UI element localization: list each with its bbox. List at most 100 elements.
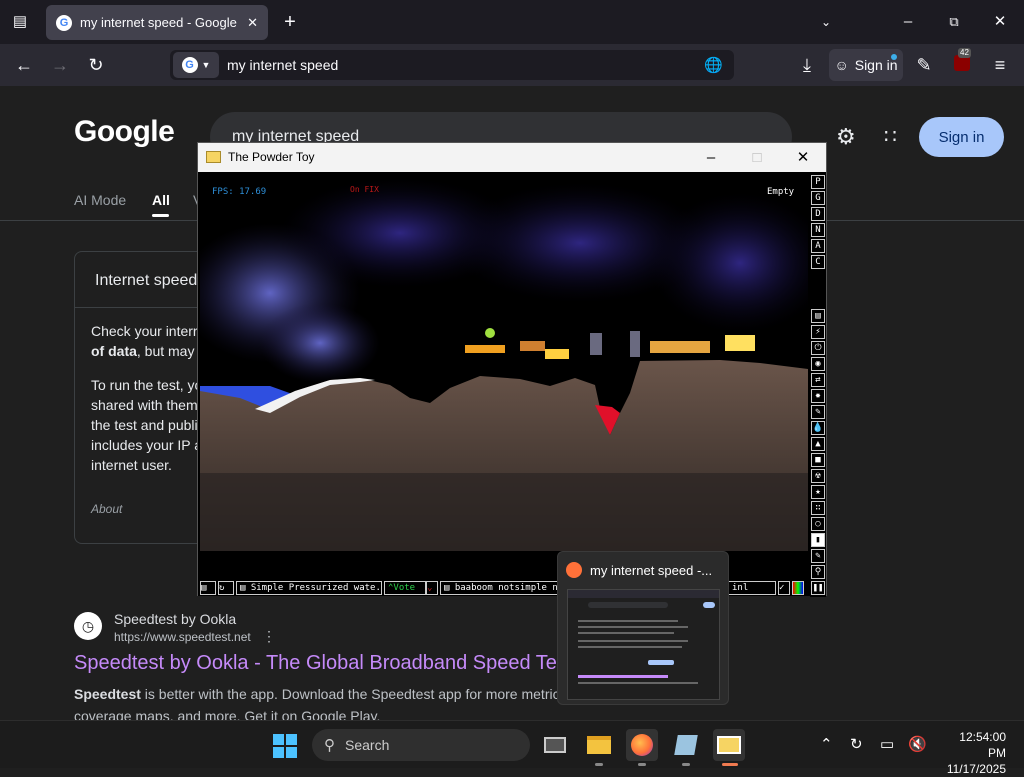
- back-button[interactable]: ←: [10, 52, 38, 78]
- reload-button[interactable]: ↻: [82, 52, 110, 78]
- powder-toy-window[interactable]: The Powder Toy – □ ✕ FPS: 17.69 On FIX E…: [197, 142, 827, 597]
- pt-side-letter-button[interactable]: P: [811, 175, 825, 189]
- new-tab-button[interactable]: +: [270, 0, 310, 44]
- sensors-category-icon[interactable]: ◉: [811, 357, 825, 371]
- panel-divider: [75, 307, 205, 308]
- pt-side-letter-button[interactable]: C: [811, 255, 825, 269]
- gear-icon[interactable]: ⚙: [836, 124, 856, 150]
- taskbar-window-preview[interactable]: my internet speed -...: [557, 551, 729, 705]
- tab-list-icon[interactable]: ▤: [0, 0, 40, 44]
- result-more-options-icon[interactable]: ⋮: [262, 628, 276, 645]
- ublock-extension-icon[interactable]: 42: [948, 48, 976, 78]
- menu-hamburger-icon[interactable]: ≡: [986, 52, 1014, 78]
- search-engine-button[interactable]: G ▼: [173, 52, 219, 78]
- translate-globe-icon[interactable]: 🌐: [704, 56, 726, 74]
- search-icon[interactable]: ⚲: [811, 565, 825, 579]
- liquids-category-icon[interactable]: 💧: [811, 421, 825, 435]
- result-site-url[interactable]: https://www.speedtest.net: [114, 630, 251, 644]
- tags-tail: inl: [728, 581, 776, 595]
- pt-side-letter-button[interactable]: G: [811, 191, 825, 205]
- spark: [485, 328, 495, 338]
- result-title-link[interactable]: Speedtest by Ookla - The Global Broadban…: [74, 652, 557, 675]
- force-category-icon[interactable]: ⇄: [811, 373, 825, 387]
- tab-close-icon[interactable]: ✕: [247, 15, 258, 31]
- taskbar-search-placeholder: Search: [345, 737, 390, 753]
- minimize-button[interactable]: –: [888, 0, 928, 44]
- radioactive-category-icon[interactable]: ☢: [811, 469, 825, 483]
- pt-side-letter-button[interactable]: N: [811, 223, 825, 237]
- clock-time: 12:54:00 PM: [959, 730, 1006, 760]
- pt-minimize-button[interactable]: –: [688, 143, 734, 172]
- explosives-category-icon[interactable]: ✸: [811, 389, 825, 403]
- pause-icon[interactable]: ❚❚: [811, 581, 825, 595]
- task-view-icon[interactable]: [539, 729, 571, 761]
- extensions-icon[interactable]: ✎: [910, 52, 938, 78]
- walls-category-icon[interactable]: ▤: [811, 309, 825, 323]
- electronics-category-icon[interactable]: ⚡: [811, 325, 825, 339]
- tab-all[interactable]: All: [152, 192, 170, 208]
- vote-up-button[interactable]: ⌃Vote: [384, 581, 426, 595]
- save-name-text: Simple Pressurized wate...: [250, 583, 382, 593]
- tower-structure: [630, 331, 640, 357]
- tab-ai-mode[interactable]: AI Mode: [74, 192, 126, 208]
- save-name-button[interactable]: ▤ Simple Pressurized wate...: [236, 581, 382, 595]
- snippet-rest: is better with the app. Download the Spe…: [140, 686, 560, 702]
- pt-side-letter-button[interactable]: A: [811, 239, 825, 253]
- taskbar-search-box[interactable]: ⚲ Search: [312, 729, 530, 761]
- fire-block: [465, 345, 505, 353]
- decoration-category-icon[interactable]: ✎: [811, 549, 825, 563]
- google-logo[interactable]: Google: [74, 115, 175, 149]
- powered-category-icon[interactable]: ⏻: [811, 341, 825, 355]
- clock-date: 11/17/2025: [946, 762, 1006, 776]
- result-site-name[interactable]: Speedtest by Ookla: [114, 611, 236, 627]
- renderer-icon[interactable]: [792, 581, 804, 595]
- pt-close-button[interactable]: ✕: [780, 143, 826, 172]
- url-text[interactable]: my internet speed: [227, 57, 704, 73]
- vote-down-button[interactable]: ⌄: [426, 581, 438, 595]
- tray-overflow-chevron-icon[interactable]: ⌃: [820, 735, 833, 753]
- notebook-app-icon[interactable]: [670, 729, 702, 761]
- solids-category-icon[interactable]: ■: [811, 453, 825, 467]
- open-save-icon[interactable]: ▤: [200, 581, 216, 595]
- options-icon[interactable]: ✓: [778, 581, 790, 595]
- tray-clock[interactable]: 12:54:00 PM 11/17/2025: [940, 729, 1006, 777]
- reload-icon[interactable]: ↻: [218, 581, 234, 595]
- url-bar[interactable]: G ▼ my internet speed 🌐: [170, 50, 734, 80]
- tab-overflow-chevron-icon[interactable]: ⌄: [806, 0, 846, 44]
- forward-button[interactable]: →: [46, 52, 74, 78]
- account-signin-button[interactable]: ☺ Sign in: [829, 49, 903, 81]
- vote-label: Vote: [393, 583, 416, 593]
- tools-category-icon[interactable]: ○: [811, 517, 825, 531]
- about-link[interactable]: About: [91, 502, 122, 516]
- fix-indicator: On FIX: [350, 185, 379, 194]
- powder-toy-titlebar[interactable]: The Powder Toy – □ ✕: [198, 143, 826, 172]
- life-category-icon[interactable]: ∷: [811, 501, 825, 515]
- active-indicator: [722, 763, 738, 766]
- fire-block: [725, 335, 755, 351]
- google-signin-button[interactable]: Sign in: [919, 117, 1004, 157]
- windows-start-icon[interactable]: [273, 734, 297, 758]
- volume-muted-icon[interactable]: 🔇: [908, 735, 927, 753]
- speedtest-favicon-icon: ◷: [74, 612, 102, 640]
- tags-button[interactable]: ▤ baaboom notsimple nu: [440, 581, 560, 595]
- pt-maximize-button[interactable]: □: [734, 143, 780, 172]
- apps-grid-icon[interactable]: ∷: [884, 124, 897, 149]
- simulation-canvas[interactable]: FPS: 17.69 On FIX Empty: [200, 173, 808, 554]
- gases-category-icon[interactable]: ✎: [811, 405, 825, 419]
- tab-strip: ▤ G my internet speed - Google Sea ✕ + ⌄…: [0, 0, 1024, 44]
- powders-category-icon[interactable]: ▲: [811, 437, 825, 451]
- display-icon[interactable]: ▭: [880, 735, 894, 753]
- restore-button[interactable]: ⧉: [934, 0, 974, 44]
- downloads-icon[interactable]: ⤓: [793, 52, 821, 78]
- sync-icon[interactable]: ↻: [850, 735, 863, 753]
- browser-tab[interactable]: G my internet speed - Google Sea ✕: [46, 5, 268, 40]
- pt-side-letter-button[interactable]: D: [811, 207, 825, 221]
- close-window-button[interactable]: ✕: [980, 0, 1020, 44]
- favorites-category-icon[interactable]: ▮: [811, 533, 825, 547]
- special-category-icon[interactable]: ★: [811, 485, 825, 499]
- powder-toy-taskbar-icon[interactable]: [713, 729, 745, 761]
- firefox-taskbar-icon[interactable]: [626, 729, 658, 761]
- thumbnail-graphic: [568, 590, 719, 684]
- preview-thumbnail[interactable]: [567, 589, 720, 700]
- file-explorer-icon[interactable]: [583, 729, 615, 761]
